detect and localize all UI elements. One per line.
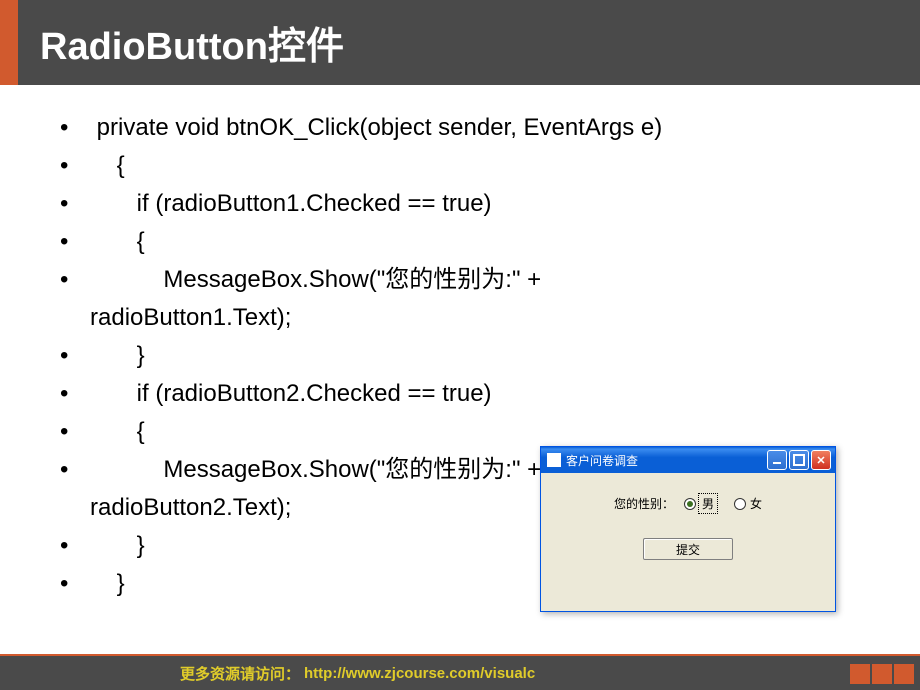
radio-female-label: 女 [750,495,762,512]
code-text: private void btnOK_Click(object sender, … [90,110,662,146]
code-line: • { [60,148,880,184]
accent-block [0,0,18,85]
code-text: if (radioButton1.Checked == true) [90,186,492,222]
slide-title: RadioButton控件 [40,15,344,70]
gender-label: 您的性别： [614,495,674,512]
code-text: MessageBox.Show("您的性别为:" + [90,262,548,298]
dialog-title: 客户问卷调查 [566,452,638,469]
submit-button[interactable]: 提交 [643,538,733,560]
code-text: if (radioButton2.Checked == true) [90,376,492,412]
code-line: • private void btnOK_Click(object sender… [60,110,880,146]
code-text: } [90,566,125,602]
code-line: radioButton1.Text); [60,300,880,336]
bullet-icon: • [60,338,90,374]
bullet-icon: • [60,566,90,602]
code-text: { [90,414,145,450]
footer-link[interactable]: http://www.zjcourse.com/visualc [304,665,535,682]
code-line: • if (radioButton1.Checked == true) [60,186,880,222]
bullet-icon [60,300,90,336]
close-button[interactable] [811,450,831,470]
code-line: • } [60,338,880,374]
bullet-icon: • [60,376,90,412]
radio-circle-icon [734,498,746,510]
code-text: MessageBox.Show("您的性别为:" + [90,452,548,488]
dialog-titlebar: 客户问卷调查 [541,447,835,473]
decor-block [850,664,870,684]
minimize-button[interactable] [767,450,787,470]
decor-block [894,664,914,684]
bullet-icon: • [60,148,90,184]
dialog-body: 您的性别： 男 女 提交 [541,473,835,572]
bullet-icon: • [60,414,90,450]
window-buttons [767,450,831,470]
code-text: radioButton2.Text); [90,490,291,526]
code-text: { [90,148,125,184]
code-line: • MessageBox.Show("您的性别为:" + [60,262,880,298]
code-text: } [90,338,145,374]
code-line: • if (radioButton2.Checked == true) [60,376,880,412]
bullet-icon: • [60,224,90,260]
radio-group: 男 女 [684,495,762,512]
radio-male-label: 男 [700,495,716,512]
survey-dialog: 客户问卷调查 您的性别： 男 女 提交 [540,446,836,612]
bullet-icon [60,490,90,526]
code-line: • { [60,414,880,450]
bullet-icon: • [60,452,90,488]
bullet-icon: • [60,528,90,564]
radio-male[interactable]: 男 [684,495,716,512]
radio-female[interactable]: 女 [734,495,762,512]
gender-row: 您的性别： 男 女 [559,495,817,512]
bullet-icon: • [60,110,90,146]
app-icon [547,453,561,467]
slide-header: RadioButton控件 [0,0,920,85]
decor-block [872,664,892,684]
code-text: radioButton1.Text); [90,300,291,336]
slide-footer: 更多资源请访问： http://www.zjcourse.com/visualc [0,654,920,690]
code-text: { [90,224,145,260]
footer-blocks [850,664,914,684]
bullet-icon: • [60,262,90,298]
bullet-icon: • [60,186,90,222]
code-text: } [90,528,145,564]
footer-label: 更多资源请访问： [180,663,300,684]
radio-circle-icon [684,498,696,510]
maximize-button[interactable] [789,450,809,470]
code-line: • { [60,224,880,260]
